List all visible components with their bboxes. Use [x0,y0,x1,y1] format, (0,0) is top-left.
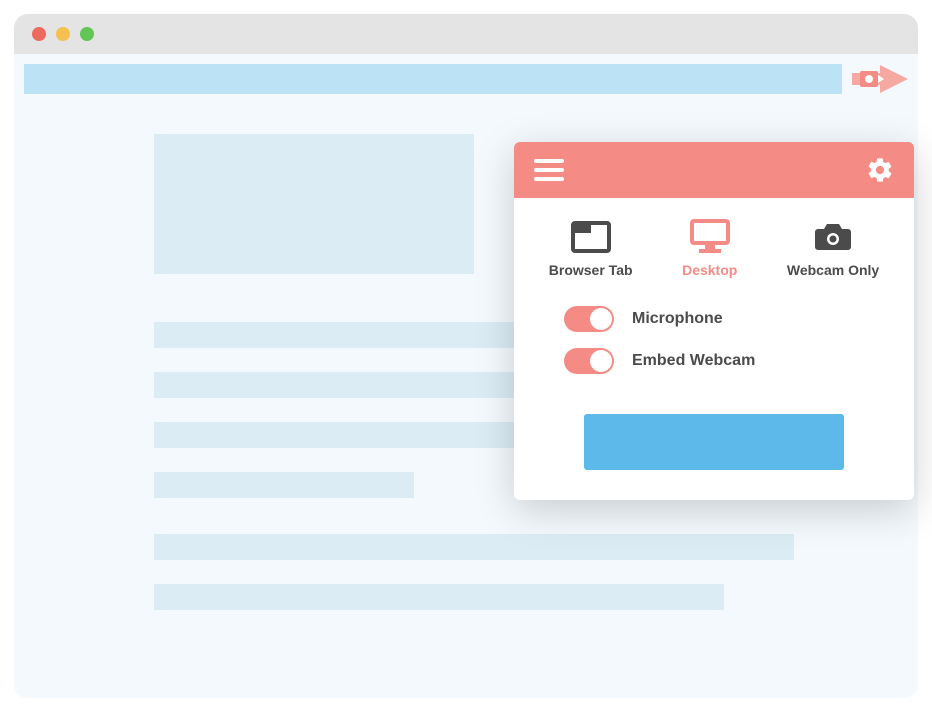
toggle-label: Embed Webcam [632,352,755,370]
toggle-knob [590,308,612,330]
zoom-window-button[interactable] [80,27,94,41]
mode-label: Browser Tab [549,262,633,278]
close-window-button[interactable] [32,27,46,41]
hamburger-icon [534,159,564,163]
skeleton-line [154,584,724,610]
start-recording-button[interactable] [584,414,844,470]
toggle-knob [590,350,612,372]
mode-label: Webcam Only [787,262,879,278]
camera-icon [812,218,854,254]
browser-window: Browser Tab Desktop [14,14,918,698]
gear-icon [866,156,894,184]
popup-footer [514,384,914,500]
address-bar[interactable] [24,64,842,94]
mode-desktop[interactable]: Desktop [682,218,737,278]
screencast-arrow-icon [852,61,908,97]
mode-browser-tab[interactable]: Browser Tab [549,218,633,278]
monitor-icon [689,218,731,254]
popup-header [514,142,914,198]
toggle-microphone-row: Microphone [564,306,874,332]
toggle-embed-webcam-row: Embed Webcam [564,348,874,374]
browser-toolbar [14,54,918,104]
microphone-toggle[interactable] [564,306,614,332]
mode-label: Desktop [682,262,737,278]
window-titlebar [14,14,918,54]
minimize-window-button[interactable] [56,27,70,41]
skeleton-line [154,534,794,560]
screencast-extension-button[interactable] [852,60,908,98]
capture-mode-selector: Browser Tab Desktop [514,198,914,288]
toggle-options: Microphone Embed Webcam [514,288,914,384]
settings-button[interactable] [866,156,894,184]
recorder-popup: Browser Tab Desktop [514,142,914,500]
hamburger-icon [534,177,564,181]
tab-icon [570,218,612,254]
mode-webcam-only[interactable]: Webcam Only [787,218,879,278]
skeleton-line [154,472,414,498]
embed-webcam-toggle[interactable] [564,348,614,374]
toggle-label: Microphone [632,310,723,328]
skeleton-hero [154,134,474,274]
menu-button[interactable] [534,159,564,181]
hamburger-icon [534,168,564,172]
